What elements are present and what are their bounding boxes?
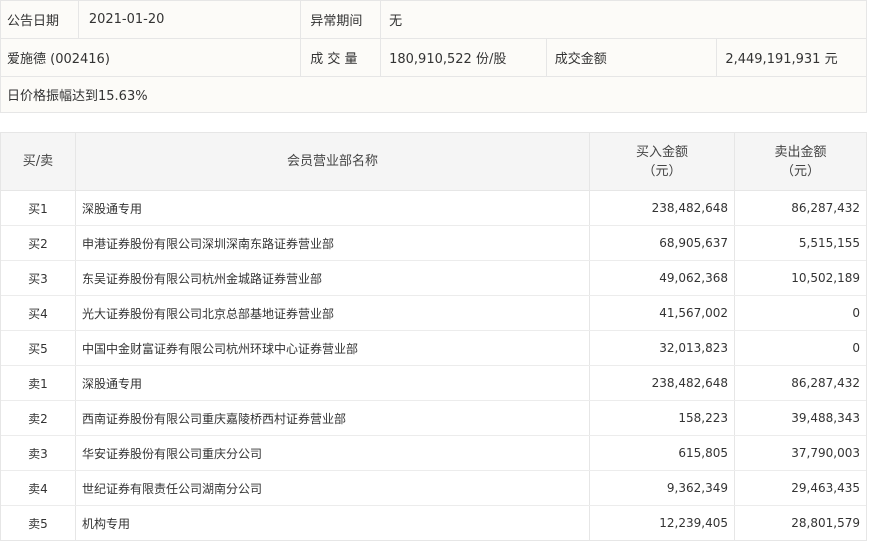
- row-sell-amount: 39,488,343: [734, 401, 866, 435]
- table-row: 卖1 深股通专用 238,482,648 86,287,432: [1, 366, 866, 401]
- header-buy-amount-label: 买入金额: [635, 144, 688, 160]
- row-side: 买3: [28, 271, 48, 286]
- row-buy-amount: 238,482,648: [589, 366, 734, 400]
- row-branch: 深股通专用: [75, 191, 589, 225]
- announcement-info-panel: 公告日期 2021-01-20 异常期间 无 爱施德 (002416) 成 交 …: [0, 0, 867, 113]
- row-branch: 光大证券股份有限公司北京总部基地证券营业部: [75, 296, 589, 330]
- announce-date-label: 公告日期: [7, 14, 60, 29]
- abnormal-period-value: 无: [380, 1, 866, 38]
- row-sell-amount: 86,287,432: [734, 366, 866, 400]
- row-branch: 申港证券股份有限公司深圳深南东路证券营业部: [75, 226, 589, 260]
- row-sell-amount: 0: [734, 331, 866, 365]
- row-side: 买5: [28, 341, 48, 356]
- table-row: 买3 东吴证券股份有限公司杭州金城路证券营业部 49,062,368 10,50…: [1, 261, 866, 296]
- header-sell-unit: （元）: [780, 163, 820, 179]
- table-row: 卖3 华安证券股份有限公司重庆分公司 615,805 37,790,003: [1, 436, 866, 471]
- abnormal-reason: 日价格振幅达到15.63%: [7, 89, 148, 104]
- table-row: 买4 光大证券股份有限公司北京总部基地证券营业部 41,567,002 0: [1, 296, 866, 331]
- header-branch: 会员营业部名称: [75, 133, 589, 190]
- header-side: 买/卖: [22, 154, 54, 169]
- header-sell-amount-label: 卖出金额: [774, 144, 827, 160]
- row-sell-amount: 5,515,155: [734, 226, 866, 260]
- row-side: 买4: [28, 306, 48, 321]
- table-row: 卖4 世纪证券有限责任公司湖南分公司 9,362,349 29,463,435: [1, 471, 866, 506]
- info-row-trade: 爱施德 (002416) 成 交 量 180,910,522 份/股 成交金额 …: [1, 39, 866, 77]
- table-header: 买/卖 会员营业部名称 买入金额 （元） 卖出金额 （元）: [1, 133, 866, 191]
- row-sell-amount: 28,801,579: [734, 506, 866, 540]
- header-buy-unit: （元）: [642, 163, 682, 179]
- info-row-reason: 日价格振幅达到15.63%: [1, 77, 866, 112]
- table-row: 买5 中国中金财富证券有限公司杭州环球中心证券营业部 32,013,823 0: [1, 331, 866, 366]
- row-buy-amount: 9,362,349: [589, 471, 734, 505]
- abnormal-period-label: 异常期间: [300, 1, 380, 38]
- announce-date-value: 2021-01-20: [77, 1, 300, 38]
- stock-name: 爱施德 (002416): [7, 52, 110, 67]
- row-side: 买1: [28, 201, 48, 216]
- header-buy-amount: 买入金额 （元）: [589, 133, 734, 190]
- row-buy-amount: 12,239,405: [589, 506, 734, 540]
- row-side: 卖2: [28, 411, 48, 426]
- row-side: 买2: [28, 236, 48, 251]
- row-buy-amount: 238,482,648: [589, 191, 734, 225]
- table-row: 卖5 机构专用 12,239,405 28,801,579: [1, 506, 866, 540]
- trading-branch-table: 买/卖 会员营业部名称 买入金额 （元） 卖出金额 （元） 买1 深股通专用 2…: [0, 132, 867, 541]
- row-sell-amount: 0: [734, 296, 866, 330]
- row-side: 卖1: [28, 376, 48, 391]
- row-sell-amount: 29,463,435: [734, 471, 866, 505]
- turnover-value: 2,449,191,931 元: [716, 39, 866, 76]
- volume-label: 成 交 量: [300, 39, 380, 76]
- row-buy-amount: 49,062,368: [589, 261, 734, 295]
- header-sell-amount: 卖出金额 （元）: [734, 133, 866, 190]
- row-side: 卖5: [28, 516, 48, 531]
- row-branch: 华安证券股份有限公司重庆分公司: [75, 436, 589, 470]
- row-buy-amount: 158,223: [589, 401, 734, 435]
- row-branch: 西南证券股份有限公司重庆嘉陵桥西村证券营业部: [75, 401, 589, 435]
- volume-value: 180,910,522 份/股: [380, 39, 546, 76]
- table-row: 买1 深股通专用 238,482,648 86,287,432: [1, 191, 866, 226]
- row-side: 卖4: [28, 481, 48, 496]
- row-branch: 机构专用: [75, 506, 589, 540]
- info-row-date: 公告日期 2021-01-20 异常期间 无: [1, 1, 866, 39]
- row-buy-amount: 32,013,823: [589, 331, 734, 365]
- row-branch: 中国中金财富证券有限公司杭州环球中心证券营业部: [75, 331, 589, 365]
- row-branch: 深股通专用: [75, 366, 589, 400]
- table-row: 卖2 西南证券股份有限公司重庆嘉陵桥西村证券营业部 158,223 39,488…: [1, 401, 866, 436]
- row-sell-amount: 86,287,432: [734, 191, 866, 225]
- row-buy-amount: 41,567,002: [589, 296, 734, 330]
- row-buy-amount: 615,805: [589, 436, 734, 470]
- row-side: 卖3: [28, 446, 48, 461]
- row-sell-amount: 10,502,189: [734, 261, 866, 295]
- row-sell-amount: 37,790,003: [734, 436, 866, 470]
- row-branch: 世纪证券有限责任公司湖南分公司: [75, 471, 589, 505]
- row-branch: 东吴证券股份有限公司杭州金城路证券营业部: [75, 261, 589, 295]
- turnover-label: 成交金额: [545, 39, 717, 76]
- row-buy-amount: 68,905,637: [589, 226, 734, 260]
- table-row: 买2 申港证券股份有限公司深圳深南东路证券营业部 68,905,637 5,51…: [1, 226, 866, 261]
